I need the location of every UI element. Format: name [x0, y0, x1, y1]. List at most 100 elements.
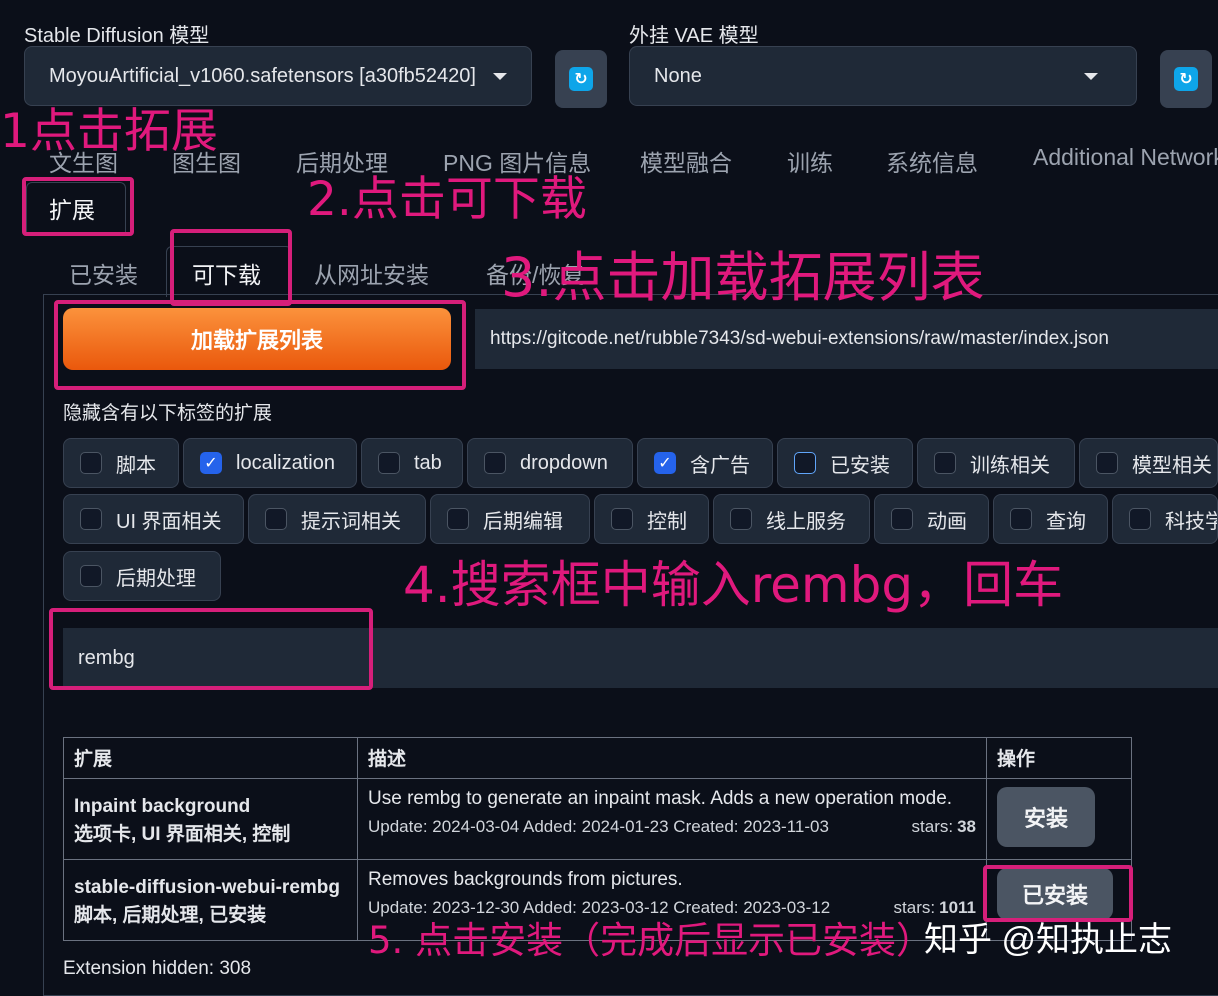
sd-model-value: MoyouArtificial_v1060.safetensors [a30fb…	[49, 64, 476, 87]
tag-filter-label: 科技学术	[1165, 510, 1217, 533]
tag-filter-localization[interactable]: ✓ localization	[183, 438, 357, 488]
checkbox-icon	[611, 508, 633, 530]
extension-cell: Inpaint background 选项卡, UI 界面相关, 控制	[63, 778, 358, 860]
tag-filter-label: tab	[414, 451, 442, 474]
extension-meta: Update: 2024-03-04 Added: 2024-01-23 Cre…	[368, 817, 976, 837]
tag-filter-query[interactable]: 查询	[993, 494, 1108, 544]
tag-filter-label: 脚本	[116, 454, 156, 477]
annotation-step4: 4.搜索框中输入rembg，回车	[403, 556, 1064, 614]
annotation-step3: 3.点击加载拓展列表	[501, 246, 985, 309]
tab-train[interactable]: 训练	[787, 144, 833, 178]
checkbox-icon	[447, 508, 469, 530]
tag-filter-editing[interactable]: 后期编辑	[430, 494, 590, 544]
action-cell: 安装	[986, 778, 1132, 860]
tab-additional-networks[interactable]: Additional Networks	[1033, 144, 1218, 171]
extension-dates: Update: 2023-12-30 Added: 2023-03-12 Cre…	[368, 898, 831, 917]
column-header-action: 操作	[986, 737, 1132, 779]
description-cell: Use rembg to generate an inpaint mask. A…	[357, 778, 987, 860]
sd-model-label: Stable Diffusion 模型	[24, 25, 210, 47]
tag-filter-label: 后期编辑	[483, 510, 563, 533]
vae-model-value: None	[654, 64, 702, 87]
tab-system-info[interactable]: 系统信息	[886, 144, 978, 178]
annotation-step2: 2.点击可下载	[307, 172, 587, 227]
subtab-installed[interactable]: 已安装	[69, 256, 138, 290]
tag-filter-label: 控制	[647, 510, 687, 533]
checkbox-icon	[934, 452, 956, 474]
tag-filter-label: 提示词相关	[301, 510, 401, 533]
tag-filter-tab[interactable]: tab	[361, 438, 463, 488]
annotation-step1: 1点击拓展	[0, 104, 218, 159]
tag-filter-label: 后期处理	[116, 567, 196, 590]
chevron-down-icon	[1084, 72, 1098, 80]
check-icon: ✓	[654, 452, 676, 474]
extension-tags: 脚本, 后期处理, 已安装	[74, 905, 267, 926]
tag-filter-ui[interactable]: UI 界面相关	[63, 494, 244, 544]
extension-description: Use rembg to generate an inpaint mask. A…	[368, 788, 953, 809]
checkbox-icon	[794, 452, 816, 474]
chevron-down-icon	[493, 72, 507, 80]
tab-checkpoint-merger[interactable]: 模型融合	[640, 144, 732, 178]
checkbox-icon	[378, 452, 400, 474]
checkbox-icon	[80, 565, 102, 587]
tag-filter-label: 线上服务	[766, 510, 846, 533]
highlight-search-input	[49, 608, 373, 690]
tag-filter-animation[interactable]: 动画	[874, 494, 989, 544]
tag-filter-ads[interactable]: ✓ 含广告	[637, 438, 773, 488]
tag-filter-label: 已安装	[830, 454, 890, 477]
checkbox-icon	[891, 508, 913, 530]
table-row: Inpaint background 选项卡, UI 界面相关, 控制 Use …	[63, 778, 1132, 860]
table-header-row: 扩展 描述 操作	[63, 737, 1132, 779]
annotation-step5: 5. 点击安装（完成后显示已安装）	[368, 919, 934, 962]
tag-filter-label: 训练相关	[970, 454, 1050, 477]
checkbox-icon	[484, 452, 506, 474]
tag-filter-science[interactable]: 科技学术	[1112, 494, 1218, 544]
extension-tags: 选项卡, UI 界面相关, 控制	[74, 824, 291, 845]
checkbox-icon	[1010, 508, 1032, 530]
watermark-text: 知乎 @知执止志	[924, 921, 1172, 959]
tag-filter-label: 查询	[1046, 510, 1086, 533]
checkbox-icon	[265, 508, 287, 530]
highlight-load-button	[54, 300, 466, 390]
extensions-table: 扩展 描述 操作 Inpaint background 选项卡, UI 界面相关…	[63, 737, 1132, 941]
checkbox-icon	[730, 508, 752, 530]
tag-filter-online[interactable]: 线上服务	[713, 494, 870, 544]
checkbox-icon	[80, 452, 102, 474]
hidden-count-text: Extension hidden: 308	[63, 958, 252, 979]
extension-name: Inpaint background	[74, 796, 251, 817]
tag-filter-label: 动画	[927, 510, 967, 533]
tag-filter-label: localization	[236, 451, 335, 474]
extension-name: stable-diffusion-webui-rembg	[74, 877, 340, 898]
vae-model-label: 外挂 VAE 模型	[629, 25, 759, 47]
refresh-icon: ↻	[569, 67, 593, 91]
highlight-available-tab	[170, 229, 292, 306]
extension-dates: Update: 2024-03-04 Added: 2024-01-23 Cre…	[368, 817, 829, 836]
checkbox-icon	[1129, 508, 1151, 530]
tag-filter-prompting[interactable]: 提示词相关	[248, 494, 426, 544]
sd-model-refresh-button[interactable]: ↻	[555, 50, 607, 108]
hide-tags-label: 隐藏含有以下标签的扩展	[63, 403, 273, 424]
tag-filter-dropdown[interactable]: dropdown	[467, 438, 633, 488]
tag-filter-training[interactable]: 训练相关	[917, 438, 1075, 488]
subtab-install-from-url[interactable]: 从网址安装	[314, 256, 429, 290]
tag-filter-postprocessing[interactable]: 后期处理	[63, 551, 221, 601]
tag-filter-script[interactable]: 脚本	[63, 438, 179, 488]
tag-filter-manipulations[interactable]: 控制	[594, 494, 709, 544]
tag-filter-label: 模型相关	[1132, 454, 1212, 477]
refresh-icon: ↻	[1174, 67, 1198, 91]
column-header-description: 描述	[357, 737, 987, 779]
vae-model-select[interactable]: None	[629, 46, 1137, 106]
tag-filter-models[interactable]: 模型相关	[1079, 438, 1218, 488]
stars-count: 38	[957, 817, 976, 836]
extension-meta: Update: 2023-12-30 Added: 2023-03-12 Cre…	[368, 898, 976, 918]
extension-index-url-input[interactable]: https://gitcode.net/rubble7343/sd-webui-…	[475, 309, 1218, 369]
install-button[interactable]: 安装	[997, 787, 1095, 847]
check-icon: ✓	[200, 452, 222, 474]
tag-filter-label: 含广告	[690, 454, 750, 477]
sd-model-select[interactable]: MoyouArtificial_v1060.safetensors [a30fb…	[24, 46, 532, 106]
vae-model-refresh-button[interactable]: ↻	[1160, 50, 1212, 108]
tag-filter-label: UI 界面相关	[116, 510, 222, 533]
tag-filter-label: dropdown	[520, 451, 608, 474]
tag-filter-installed[interactable]: 已安装	[777, 438, 913, 488]
extension-description: Removes backgrounds from pictures.	[368, 869, 683, 890]
highlight-extensions-tab	[22, 177, 134, 236]
